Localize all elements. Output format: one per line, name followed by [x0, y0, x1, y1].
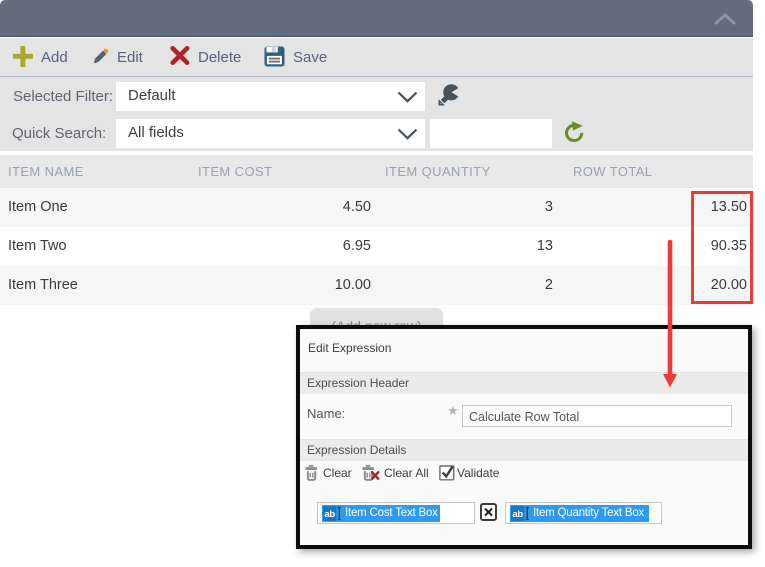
svg-text:ab: ab [324, 509, 335, 520]
svg-text:ab: ab [512, 509, 523, 520]
